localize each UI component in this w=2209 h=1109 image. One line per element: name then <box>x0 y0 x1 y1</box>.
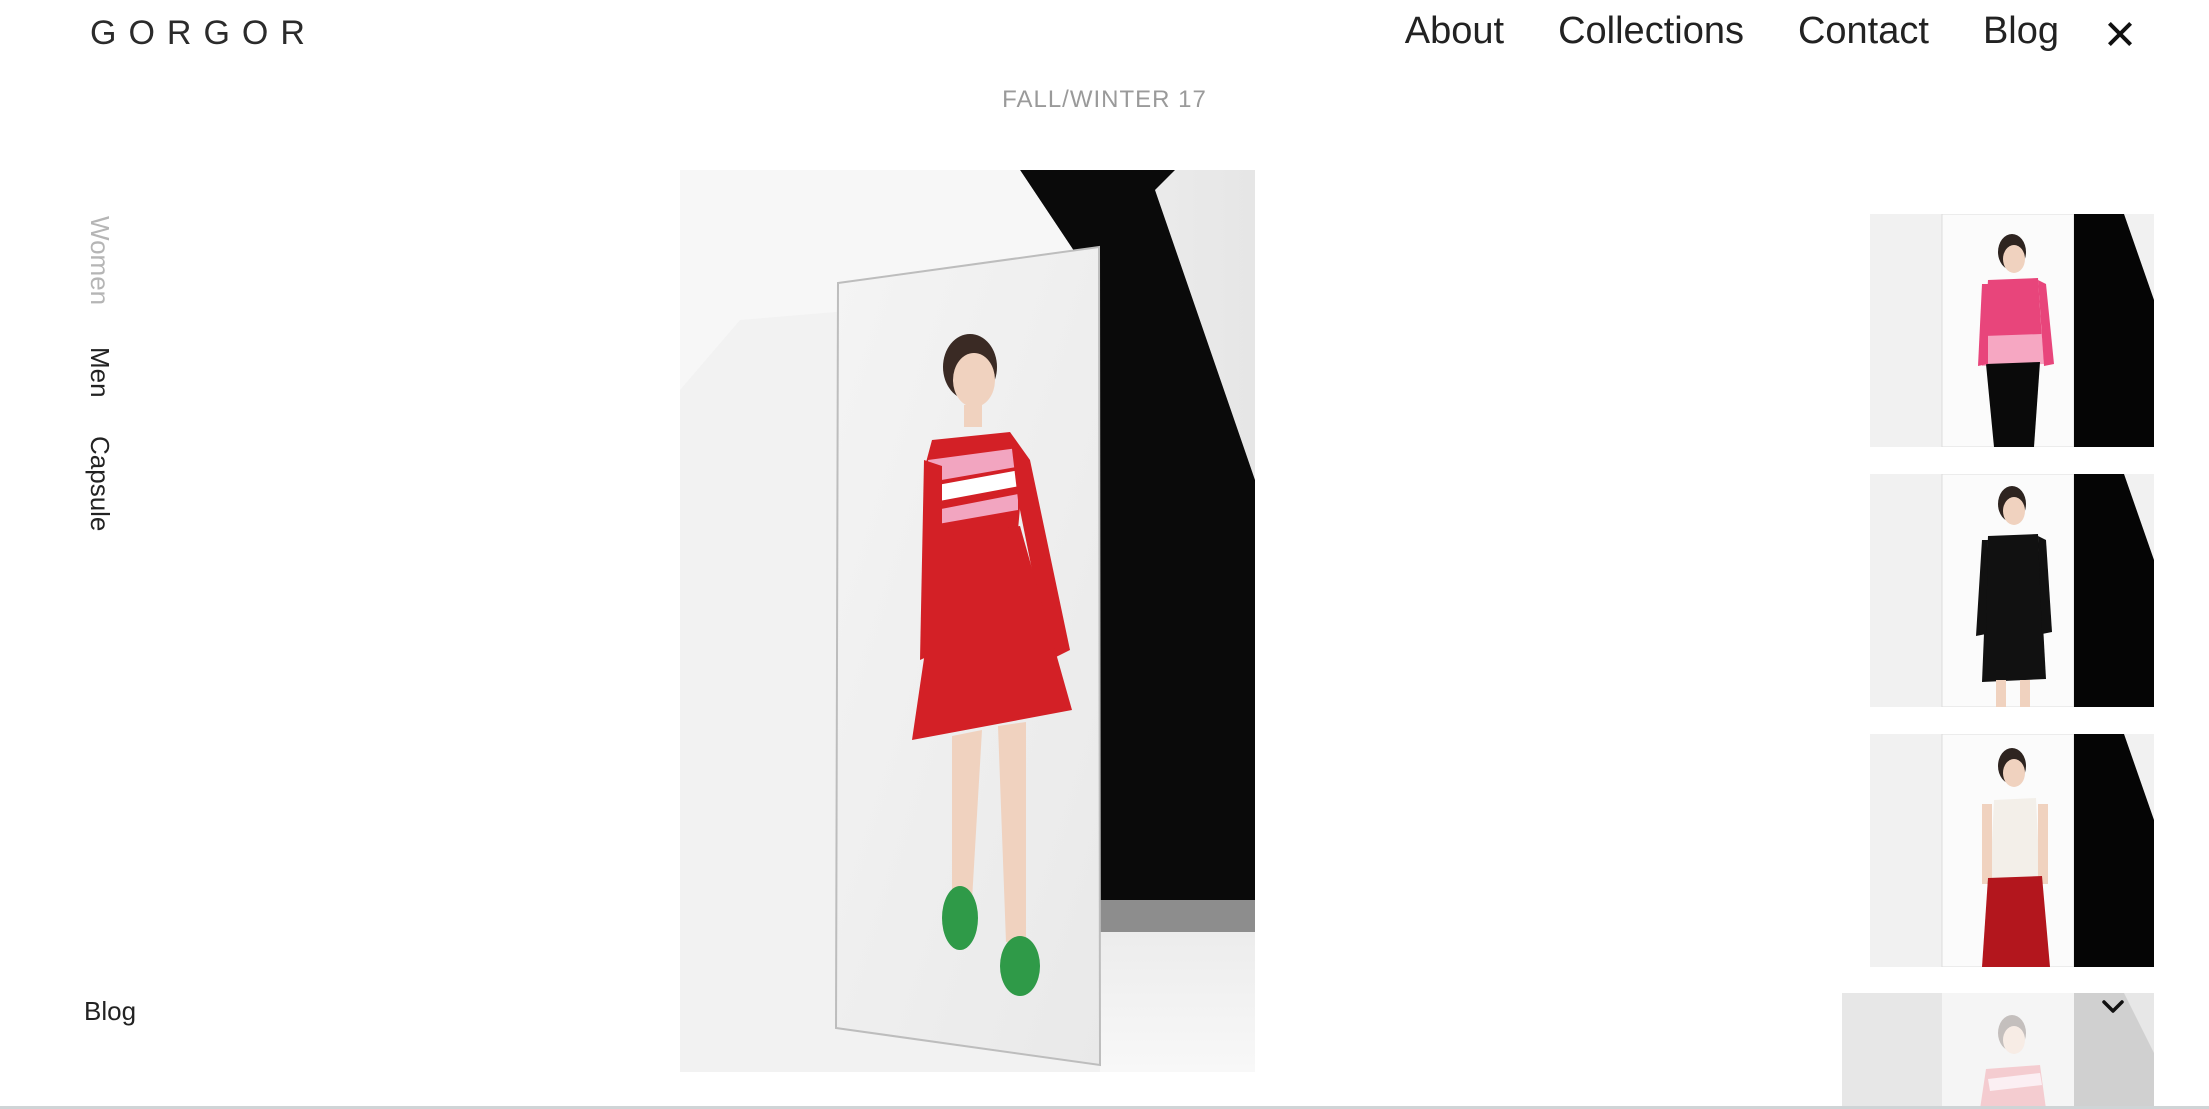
category-navigation: Women Men Capsule <box>84 216 115 531</box>
nav-contact[interactable]: Contact <box>1798 10 1929 53</box>
featured-look-image[interactable] <box>680 170 1255 1072</box>
nav-about[interactable]: About <box>1405 10 1504 53</box>
look-thumbnail[interactable] <box>1870 474 2154 707</box>
close-icon[interactable] <box>2099 12 2143 56</box>
chevron-down-icon[interactable] <box>2096 992 2130 1022</box>
collection-title: FALL/WINTER 17 <box>1002 86 1207 113</box>
nav-collections[interactable]: Collections <box>1558 10 1744 53</box>
category-capsule[interactable]: Capsule <box>84 436 115 531</box>
category-men[interactable]: Men <box>84 347 115 398</box>
category-women[interactable]: Women <box>84 216 115 305</box>
brand-logo[interactable]: GORGOR <box>90 14 317 53</box>
look-thumbnail[interactable] <box>1870 734 2154 967</box>
top-navigation: About Collections Contact Blog <box>1405 10 2059 53</box>
look-thumbnail[interactable] <box>1870 214 2154 447</box>
nav-blog[interactable]: Blog <box>1983 10 2059 53</box>
sidebar-blog-link[interactable]: Blog <box>84 996 136 1027</box>
